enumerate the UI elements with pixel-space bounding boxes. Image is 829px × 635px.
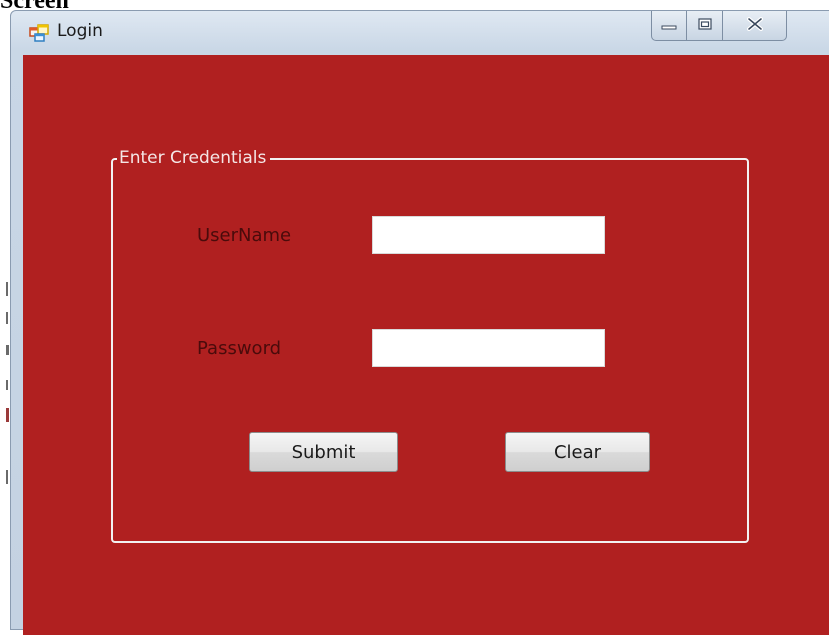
groupbox-title: Enter Credentials (117, 147, 271, 169)
username-input[interactable] (372, 216, 605, 254)
password-input[interactable] (372, 329, 605, 367)
minimize-icon (661, 16, 677, 35)
artifact-mark (6, 345, 9, 355)
minimize-button[interactable] (651, 11, 687, 41)
username-label: UserName (197, 225, 292, 246)
title-bar[interactable]: Login (11, 11, 829, 55)
clear-button[interactable]: Clear (505, 432, 650, 472)
artifact-mark (6, 282, 8, 296)
artifact-mark (6, 312, 8, 324)
artifact-mark (6, 408, 9, 422)
form-client-area: Enter Credentials UserName Password Subm… (23, 55, 829, 635)
artifact-mark (6, 380, 8, 390)
credentials-groupbox: Enter Credentials UserName Password Subm… (111, 147, 749, 543)
artifact-mark (6, 470, 8, 484)
login-window: Login Enter Credentials UserName Passwor… (10, 10, 829, 635)
caption-buttons (651, 11, 787, 43)
submit-button[interactable]: Submit (249, 432, 398, 472)
maximize-icon (697, 16, 713, 35)
form-window-icon (29, 24, 49, 42)
password-label: Password (197, 338, 282, 359)
close-icon (746, 16, 764, 35)
window-title: Login (57, 21, 103, 41)
close-button[interactable] (723, 11, 787, 41)
maximize-button[interactable] (687, 11, 723, 41)
